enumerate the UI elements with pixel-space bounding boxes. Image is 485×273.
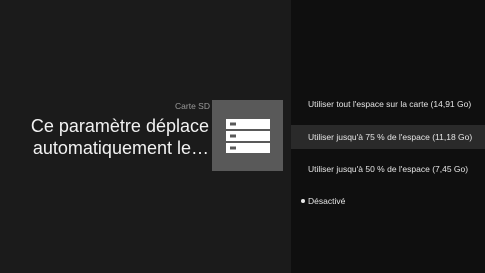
description-panel: Carte SD Ce paramètre déplace automatiqu… bbox=[0, 0, 291, 273]
storage-icon bbox=[226, 119, 270, 153]
option-disabled[interactable]: Désactivé bbox=[291, 189, 485, 213]
option-label: Désactivé bbox=[308, 196, 346, 206]
option-label: Utiliser tout l'espace sur la carte (14,… bbox=[308, 99, 472, 109]
selected-indicator-icon bbox=[301, 199, 305, 203]
section-label: Carte SD bbox=[175, 101, 210, 111]
storage-icon-tile bbox=[212, 100, 283, 171]
option-use-50-percent[interactable]: Utiliser jusqu'à 50 % de l'espace (7,45 … bbox=[291, 157, 485, 181]
option-label: Utiliser jusqu'à 50 % de l'espace (7,45 … bbox=[308, 164, 469, 174]
option-use-all-space[interactable]: Utiliser tout l'espace sur la carte (14,… bbox=[291, 92, 485, 116]
setting-description: Ce paramètre déplace automatiquement le… bbox=[30, 116, 209, 158]
option-label: Utiliser jusqu'à 75 % de l'espace (11,18… bbox=[308, 132, 473, 142]
option-use-75-percent[interactable]: Utiliser jusqu'à 75 % de l'espace (11,18… bbox=[291, 125, 485, 149]
